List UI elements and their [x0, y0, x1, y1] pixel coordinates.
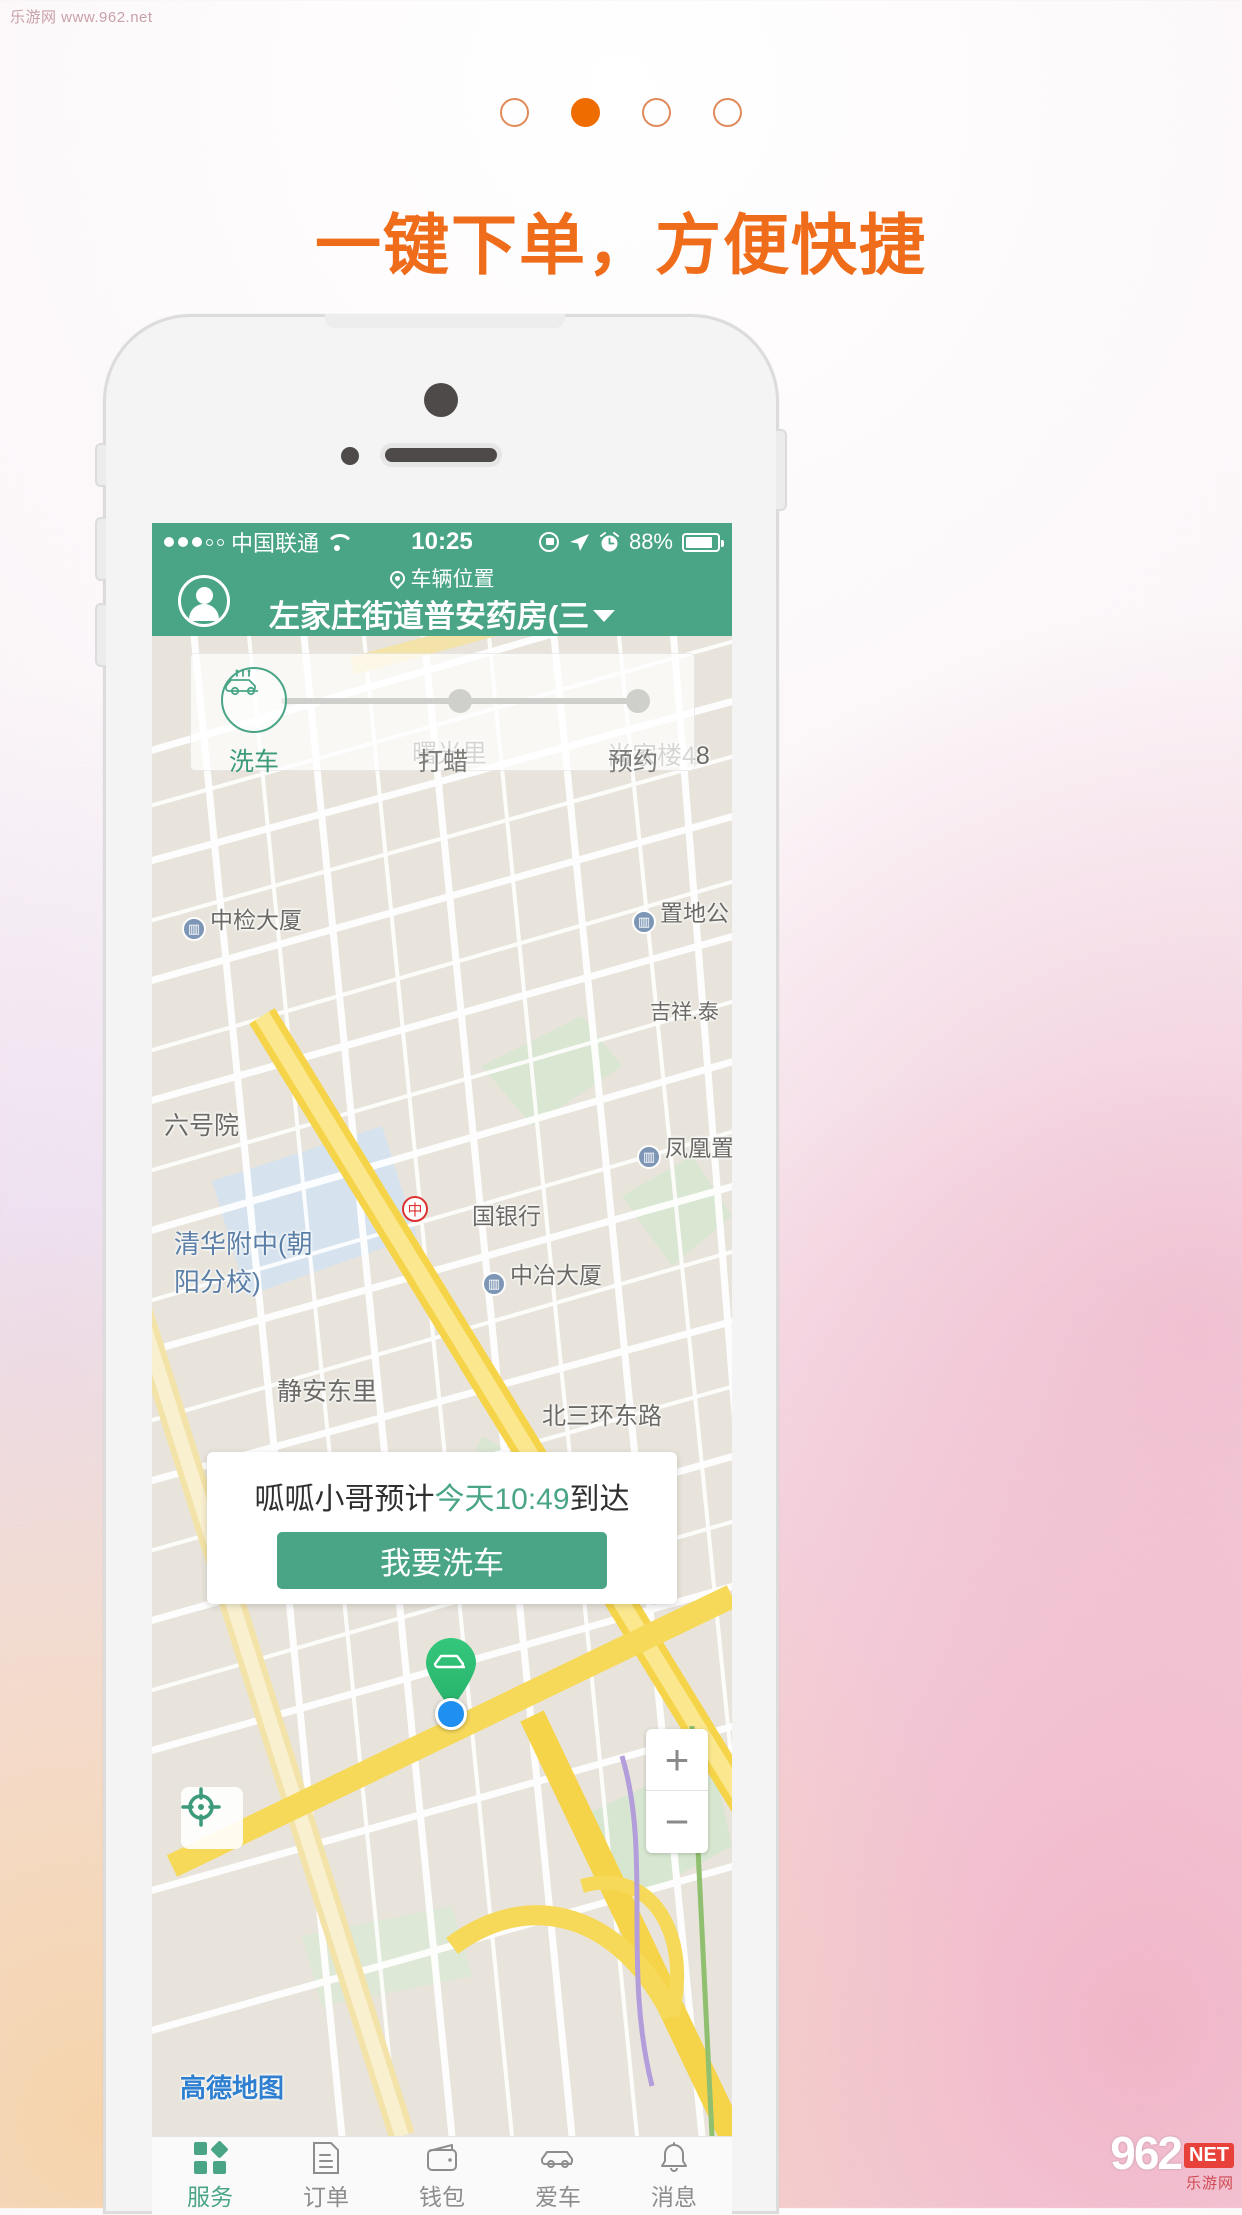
current-location-dot	[435, 1698, 467, 1730]
location-arrow-icon	[569, 534, 589, 551]
map-label: 阳分校)	[174, 1267, 261, 1297]
battery-percent-label: 88%	[628, 529, 673, 554]
phone-proximity-sensor	[341, 447, 359, 465]
phone-screen: 中国联通 10:25 88% 车辆位置 左家庄街道普安药房(三 ▥ 中检大厦 ▥…	[152, 523, 732, 2215]
step-label-1[interactable]: 洗车	[194, 742, 314, 778]
wallet-icon	[424, 2141, 460, 2175]
location-title: 左家庄街道普安药房(三	[268, 599, 590, 634]
bottom-tab-bar[interactable]: 服务 订单 钱包 爱车 消息	[152, 2136, 732, 2215]
tab-wallet-label: 钱包	[419, 2183, 465, 2210]
tab-messages-label: 消息	[651, 2183, 697, 2210]
eta-time: 今天10:49	[434, 1483, 570, 1516]
watermark-top-left: 乐游网 www.962.net	[10, 9, 153, 26]
tab-wallet[interactable]: 钱包	[384, 2137, 500, 2215]
poi-badge-icon: ▥	[637, 1145, 661, 1169]
map-pin-icon	[386, 567, 408, 589]
status-bar: 中国联通 10:25 88%	[152, 523, 732, 561]
car-wash-icon[interactable]	[221, 667, 287, 733]
tab-services-label: 服务	[187, 2183, 233, 2210]
map-label: 北三环东路	[542, 1403, 662, 1430]
map-label: ▥ 中检大厦	[182, 901, 302, 941]
step-node-3[interactable]	[626, 689, 650, 713]
step-label-3[interactable]: 预约	[573, 742, 693, 778]
carousel-dot-3[interactable]	[642, 98, 671, 127]
page-headline: 一键下单，方便快捷	[315, 207, 927, 284]
zoom-in-button[interactable]: +	[646, 1729, 708, 1791]
status-bar-right: 88%	[538, 529, 724, 555]
watermark-bottom-right: 962 NET 乐游网	[1066, 2127, 1234, 2192]
watermark-net: NET	[1184, 2143, 1234, 2168]
step-node-2[interactable]	[447, 689, 472, 713]
header-subtitle: 车辆位置	[410, 568, 495, 591]
eta-suffix: 到达	[569, 1483, 630, 1516]
map-attribution: 高德地图	[180, 2073, 285, 2103]
carousel-dot-2[interactable]	[571, 98, 600, 127]
grid-services-icon	[192, 2139, 229, 2175]
eta-prefix: 呱呱小哥预计	[254, 1483, 435, 1516]
map-label: 国银行	[472, 1203, 541, 1229]
map-label: 静安东里	[277, 1378, 378, 1406]
rotation-lock-icon	[538, 532, 559, 552]
map-label: 六号院	[164, 1112, 240, 1140]
phone-top-notch	[325, 314, 565, 328]
location-selector[interactable]: 左家庄街道普安药房(三	[152, 591, 732, 636]
poi-badge-icon: ▥	[182, 917, 206, 941]
phone-front-camera	[424, 383, 458, 417]
map-label: ▥ 凤凰置	[637, 1129, 732, 1169]
header-subtitle-row: 车辆位置	[152, 563, 732, 593]
map-label: 清华附中(朝	[174, 1229, 313, 1259]
tab-services[interactable]: 服务	[152, 2137, 268, 2215]
tab-messages[interactable]: 消息	[616, 2137, 732, 2215]
zoom-out-button[interactable]: −	[646, 1791, 708, 1853]
steps-track	[281, 689, 650, 713]
car-icon	[540, 2141, 576, 2175]
step-label-2[interactable]: 打蜡	[383, 742, 503, 778]
crosshair-icon[interactable]	[181, 1787, 243, 1849]
alarm-clock-icon	[599, 531, 619, 551]
chevron-down-icon	[593, 610, 616, 622]
tab-orders-label: 订单	[303, 2183, 349, 2210]
tab-mycar-label: 爱车	[535, 2183, 581, 2210]
poi-badge-icon: ▥	[482, 1272, 506, 1296]
watermark-number: 962	[1110, 2127, 1183, 2179]
phone-earpiece-speaker	[380, 443, 502, 467]
carousel-dots[interactable]	[0, 98, 1242, 127]
carousel-dot-4[interactable]	[713, 98, 742, 127]
map-vector-layer	[152, 636, 732, 2136]
map-zoom-control[interactable]: + −	[646, 1729, 708, 1853]
order-card: 呱呱小哥预计今天10:49到达 我要洗车	[207, 1452, 677, 1604]
phone-power-button	[776, 429, 787, 511]
phone-volume-up	[95, 517, 106, 581]
document-orders-icon	[308, 2141, 344, 2175]
phone-mockup: 中国联通 10:25 88% 车辆位置 左家庄街道普安药房(三 ▥ 中检大厦 ▥…	[95, 314, 787, 2215]
app-header: 车辆位置 左家庄街道普安药房(三	[152, 561, 732, 636]
bell-icon	[656, 2141, 692, 2175]
carousel-dot-1[interactable]	[500, 98, 529, 127]
phone-mute-switch	[95, 443, 106, 487]
poi-badge-icon: ▥	[632, 910, 656, 934]
tab-orders[interactable]: 订单	[268, 2137, 384, 2215]
map-label: 吉祥.泰	[650, 1001, 719, 1024]
map-canvas[interactable]: 曙光里尚家楼48▥中检大厦▥置地公吉祥.泰六号院▥凤凰置国银行清华附中(朝阳分校…	[152, 636, 732, 2136]
map-label: ▥ 中冶大厦	[482, 1256, 602, 1296]
battery-icon	[682, 532, 724, 552]
eta-text: 呱呱小哥预计今天10:49到达	[207, 1474, 677, 1518]
phone-volume-down	[95, 603, 106, 667]
tab-mycar[interactable]: 爱车	[500, 2137, 616, 2215]
wash-car-button[interactable]: 我要洗车	[277, 1532, 607, 1589]
map-label: ▥ 置地公	[632, 894, 729, 934]
service-steps-card[interactable]: 洗车 打蜡 预约	[190, 653, 695, 776]
poi-bank: 中	[402, 1196, 428, 1222]
